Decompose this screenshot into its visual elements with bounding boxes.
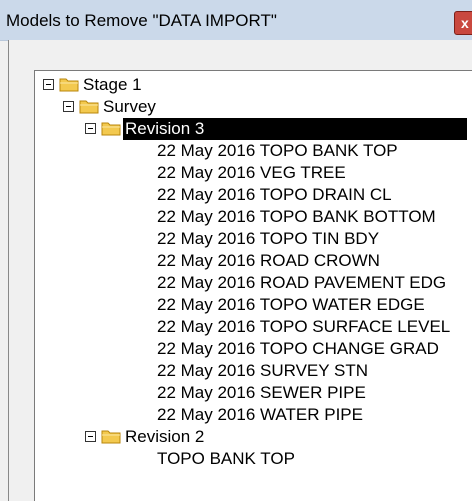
window-title: Models to Remove "DATA IMPORT" [6,11,277,30]
tree-leaf-item[interactable]: 22 May 2016 TOPO SURFACE LEVEL [157,316,450,338]
tree-leaf-item[interactable]: 22 May 2016 ROAD PAVEMENT EDG [157,272,446,294]
tree-label: Survey [103,97,156,116]
tree-leaf-item[interactable]: 22 May 2016 WATER PIPE [157,404,363,426]
tree-label-selected: Revision 3 [123,118,467,140]
collapse-icon[interactable] [63,101,74,112]
model-tree[interactable]: Stage 1 Survey Revision 3 22 May 2016 TO… [34,70,472,501]
dialog-window: Models to Remove "DATA IMPORT" x Stage 1… [0,0,472,501]
tree-leaf-item[interactable]: 22 May 2016 TOPO BANK TOP [157,140,398,162]
folder-icon [101,430,121,444]
collapse-icon[interactable] [43,79,54,90]
folder-icon [59,78,79,92]
tree-leaf-item[interactable]: 22 May 2016 ROAD CROWN [157,250,380,272]
tree-leaf-item[interactable]: 22 May 2016 TOPO TIN BDY [157,228,379,250]
tree-label: Stage 1 [83,75,142,94]
tree-leaf-item[interactable]: TOPO BANK TOP [157,448,295,470]
collapse-icon[interactable] [85,123,96,134]
tree-leaf-item[interactable]: 22 May 2016 TOPO BANK BOTTOM [157,206,436,228]
folder-icon [79,100,99,114]
tree-leaf-item[interactable]: 22 May 2016 TOPO CHANGE GRAD [157,338,439,360]
title-bar[interactable]: Models to Remove "DATA IMPORT" x [0,0,472,41]
tree-leaf-item[interactable]: 22 May 2016 SEWER PIPE [157,382,366,404]
tree-leaf-item[interactable]: 22 May 2016 TOPO DRAIN CL [157,184,392,206]
close-button[interactable]: x [454,11,472,35]
tree-leaf-item[interactable]: 22 May 2016 SURVEY STN [157,360,368,382]
tree-leaf-item[interactable]: 22 May 2016 TOPO WATER EDGE [157,294,425,316]
collapse-icon[interactable] [85,431,96,442]
tree-leaf-item[interactable]: 22 May 2016 VEG TREE [157,162,346,184]
tree-label: Revision 2 [125,427,205,446]
folder-icon [101,122,121,136]
